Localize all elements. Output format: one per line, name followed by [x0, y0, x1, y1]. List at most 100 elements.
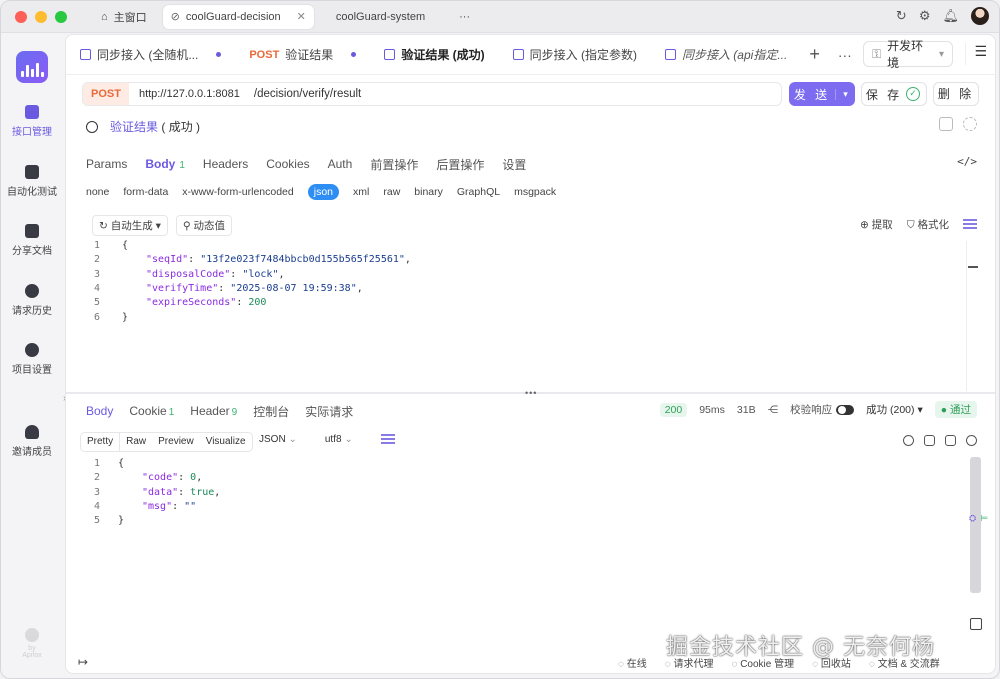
body-type-graphql[interactable]: GraphQL — [457, 186, 500, 198]
wrap-lines-icon[interactable] — [380, 434, 395, 446]
app-logo — [16, 51, 48, 83]
copy-icon[interactable] — [939, 117, 953, 131]
response-tab-actual-request[interactable]: 实际请求 — [305, 403, 353, 420]
layout-icon[interactable] — [970, 618, 982, 630]
refresh-icon[interactable]: ↻ — [896, 8, 907, 24]
environment-select[interactable]: ⚿ 开发环境 ▾ — [863, 39, 953, 70]
drag-handle-icon[interactable]: ••• — [525, 388, 537, 398]
body-type-json[interactable]: json — [307, 184, 340, 200]
automation-icon — [25, 165, 39, 179]
encoding-select[interactable]: utf8 ⌄ — [325, 434, 353, 446]
sidebar-item-settings[interactable]: 项目设置 — [1, 343, 63, 376]
avatar[interactable] — [971, 7, 989, 25]
close-tab-icon[interactable]: ✕ — [297, 10, 306, 23]
window-tab-main[interactable]: ⌂ 主窗口 — [93, 5, 155, 29]
toggle-switch[interactable] — [836, 405, 855, 416]
body-type-raw[interactable]: raw — [383, 186, 400, 198]
view-visualize[interactable]: Visualize — [200, 433, 252, 451]
body-type-binary[interactable]: binary — [414, 186, 443, 198]
window-tab-system[interactable]: coolGuard-system — [328, 5, 433, 29]
send-button[interactable]: 发 送 ▾ — [789, 82, 855, 106]
dynamic-value-button[interactable]: ⚲ 动态值 — [175, 215, 233, 236]
url-path-input[interactable]: /decision/verify/result — [254, 88, 361, 100]
structure-icon[interactable]: ⊨ — [980, 513, 988, 524]
tab-post-ops[interactable]: 后置操作 — [436, 156, 484, 173]
response-tab-header[interactable]: Header 9 — [190, 404, 237, 418]
minimize-window-button[interactable] — [35, 10, 47, 23]
url-bar[interactable]: POST http://127.0.0.1:8081 /decision/ver… — [82, 82, 782, 106]
request-name[interactable]: 验证结果 — [110, 120, 158, 134]
tab-headers[interactable]: Headers — [203, 157, 248, 171]
view-pretty[interactable]: Pretty — [81, 433, 121, 451]
request-tab-sync-random[interactable]: 同步接入 (全随机... — [66, 35, 235, 75]
sidebar-item-history[interactable]: 请求历史 — [1, 284, 63, 317]
extract-button[interactable]: ⊕ 提取 — [860, 217, 893, 232]
body-type-urlencoded[interactable]: x-www-form-urlencoded — [182, 186, 293, 198]
code-icon[interactable]: </> — [957, 155, 977, 168]
editor-actions: ⊕ 提取 ⛉ 格式化 — [860, 217, 977, 232]
search-icon[interactable] — [966, 435, 977, 446]
tab-params[interactable]: Params — [86, 157, 127, 171]
sidebar-item-api[interactable]: 接口管理 — [1, 105, 63, 138]
upload-icon[interactable] — [903, 435, 914, 446]
bug-icon[interactable]: ⛭ — [969, 513, 976, 524]
body-type-form-data[interactable]: form-data — [123, 186, 168, 198]
expected-response-select[interactable]: 成功 (200) ▾ — [866, 402, 923, 417]
response-body-viewer[interactable]: 1 {2 "code": 0, 3 "data": true, 4 "msg": "" 5} — [80, 457, 960, 537]
bell-icon[interactable]: 🔔︎ — [942, 8, 959, 24]
tab-auth[interactable]: Auth — [328, 157, 353, 171]
tab-settings[interactable]: 设置 — [502, 156, 526, 173]
window-tabs-more[interactable]: ··· — [451, 5, 478, 29]
collapse-sidebar-icon[interactable]: ↦ — [78, 655, 88, 669]
window-tab-label: coolGuard-system — [335, 10, 426, 23]
body-type-msgpack[interactable]: msgpack — [514, 186, 556, 198]
sidebar-item-automation[interactable]: 自动化测试 — [1, 165, 63, 198]
view-preview[interactable]: Preview — [152, 433, 200, 451]
titlebar-actions: ↻ ⚙ 🔔︎ — [896, 7, 989, 25]
tab-body[interactable]: Body 1 — [145, 157, 185, 171]
delete-button[interactable]: 删 除 — [933, 82, 979, 106]
sidebar-item-docs[interactable]: 分享文档 — [1, 224, 63, 257]
maximize-window-button[interactable] — [55, 10, 67, 23]
response-scrollbar[interactable] — [970, 457, 981, 593]
tabs-more-button[interactable]: ··· — [838, 47, 852, 63]
response-tab-body[interactable]: Body — [86, 404, 113, 418]
auto-generate-button[interactable]: ↻ 自动生成 ▾ — [92, 215, 168, 236]
share-icon[interactable] — [963, 117, 977, 131]
validation-result-badge: ● 通过 — [934, 401, 977, 418]
tab-cookies[interactable]: Cookies — [266, 157, 309, 171]
view-raw[interactable]: Raw — [120, 433, 152, 451]
chevron-down-icon: ⌄ — [288, 434, 297, 445]
chevron-down-icon[interactable]: ▾ — [835, 88, 855, 100]
wrap-lines-icon[interactable] — [963, 218, 977, 231]
line-number: 2 — [93, 254, 100, 266]
format-button[interactable]: ⛉ 格式化 — [907, 217, 949, 232]
body-type-xml[interactable]: xml — [353, 186, 369, 198]
body-type-none[interactable]: none — [86, 186, 109, 198]
add-tab-button[interactable]: + — [809, 44, 820, 65]
format-select[interactable]: JSON ⌄ — [259, 434, 297, 446]
tab-pre-ops[interactable]: 前置操作 — [370, 156, 418, 173]
code-line: { — [122, 240, 129, 251]
response-tab-console[interactable]: 控制台 — [253, 403, 289, 420]
gear-icon[interactable]: ⚙ — [919, 8, 931, 24]
window-tab-decision[interactable]: ⊘ coolGuard-decision ✕ — [162, 4, 314, 29]
response-tab-cookie[interactable]: Cookie 1 — [129, 404, 174, 418]
method-select[interactable]: POST — [83, 83, 129, 105]
close-window-button[interactable] — [15, 10, 27, 23]
request-tab-verify-success[interactable]: 验证结果 (成功) — [370, 35, 498, 75]
download-icon[interactable] — [924, 435, 935, 446]
editor-scrollbar[interactable] — [966, 241, 967, 391]
share-icon[interactable]: ⋲ — [768, 404, 779, 416]
sidebar-item-invite[interactable]: 邀请成员 — [1, 425, 63, 458]
validate-toggle[interactable]: 校验响应 — [790, 402, 855, 417]
save-button[interactable]: 保 存 ✓ — [861, 82, 927, 106]
request-tab-verify-result[interactable]: POST 验证结果 — [235, 35, 370, 75]
copy-icon[interactable] — [945, 435, 956, 446]
menu-icon[interactable]: ☰ — [965, 43, 987, 65]
request-tab-sync-api[interactable]: 同步接入 (api指定... — [651, 35, 801, 75]
status-online[interactable]: 在线 — [618, 655, 647, 670]
request-body-editor[interactable]: 1 {2 "seqId": "13f2e023f7484bbcb0d155b565f… — [80, 239, 960, 339]
request-tab-sync-params[interactable]: 同步接入 (指定参数) — [499, 35, 651, 75]
main-panel: 同步接入 (全随机... POST 验证结果 验证结果 (成功) 同步接入 (指… — [65, 34, 996, 674]
